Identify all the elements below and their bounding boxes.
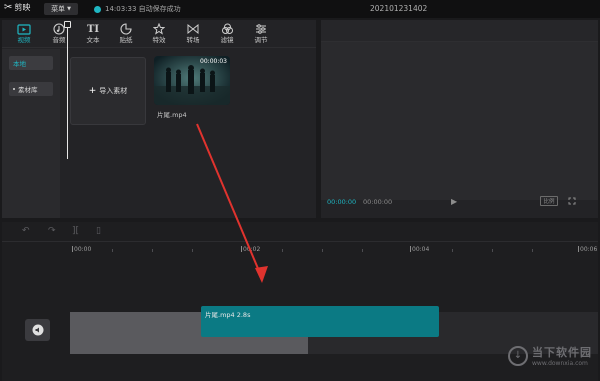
minor-tick bbox=[452, 249, 453, 252]
autosave-status: 14:03:33 自动保存成功 bbox=[94, 4, 181, 14]
fullscreen-button[interactable] bbox=[568, 197, 576, 207]
import-label: 导入素材 bbox=[99, 87, 128, 95]
menu-label: 菜单 bbox=[51, 5, 66, 13]
minor-tick bbox=[192, 249, 193, 252]
tab-text[interactable]: TI 文本 bbox=[77, 22, 109, 46]
nav-label: 素材库 bbox=[18, 86, 38, 94]
import-media-button[interactable]: + 导入素材 bbox=[70, 57, 146, 125]
media-side-nav: 本地 素材库 bbox=[2, 49, 60, 218]
chevron-down-icon: ▼ bbox=[67, 6, 71, 12]
media-toolbar: 视频 音频 TI 文本 贴纸 特效 转场 滤镜 调节 bbox=[2, 20, 316, 48]
timeline-ruler[interactable]: 00:00 00:02 00:04 00:06 bbox=[2, 242, 598, 256]
preview-screen bbox=[321, 42, 598, 200]
transition-icon bbox=[187, 23, 199, 35]
nav-material-library[interactable]: 素材库 bbox=[9, 82, 53, 96]
split-icon[interactable]: ][ bbox=[72, 226, 79, 236]
minor-tick bbox=[322, 249, 323, 252]
bullet-icon bbox=[13, 88, 15, 90]
saved-check-icon bbox=[94, 5, 101, 13]
tick-mark bbox=[241, 246, 242, 252]
adjust-icon bbox=[256, 24, 266, 34]
aspect-ratio-button[interactable]: 比例 bbox=[540, 196, 558, 206]
tab-sticker[interactable]: 贴纸 bbox=[110, 22, 142, 46]
minor-tick bbox=[492, 249, 493, 252]
tick-mark bbox=[72, 246, 73, 252]
minor-tick bbox=[112, 249, 113, 252]
clip-duration: 00:00:03 bbox=[200, 58, 227, 65]
title-bar: ✂ 剪映 菜单 ▼ 14:03:33 自动保存成功 202101231402 bbox=[0, 0, 600, 18]
sticker-icon bbox=[120, 23, 132, 35]
minor-tick bbox=[362, 249, 363, 252]
minor-tick bbox=[152, 249, 153, 252]
tick-label: 00:04 bbox=[412, 246, 430, 253]
tab-transition[interactable]: 转场 bbox=[177, 22, 209, 46]
tab-label: 特效 bbox=[152, 36, 166, 44]
download-logo-icon: ↓ bbox=[508, 345, 528, 366]
ratio-label: 比例 bbox=[543, 199, 555, 205]
clip-filename: 片尾.mp4 bbox=[157, 111, 187, 119]
menu-button[interactable]: 菜单 ▼ bbox=[44, 3, 78, 15]
timeline-clip[interactable]: 片尾.mp4 2.8s bbox=[201, 306, 439, 337]
tick-mark bbox=[578, 246, 579, 252]
current-time: 00:00:00 bbox=[327, 198, 357, 206]
tick-label: 00:02 bbox=[243, 246, 261, 253]
autosave-text: 14:03:33 自动保存成功 bbox=[105, 5, 181, 13]
delete-icon[interactable]: ▯ bbox=[96, 226, 101, 236]
plus-icon: + bbox=[88, 86, 97, 96]
nav-local[interactable]: 本地 bbox=[9, 56, 53, 70]
timeline-toolbar: ↶ ↷ ][ ▯ bbox=[2, 222, 598, 242]
text-icon: TI bbox=[86, 23, 100, 35]
track-audio-toggle[interactable] bbox=[25, 319, 50, 341]
tab-label: 音频 bbox=[52, 36, 66, 44]
project-title: 202101231402 bbox=[370, 4, 428, 13]
tab-label: 转场 bbox=[186, 36, 200, 44]
playhead[interactable] bbox=[67, 21, 68, 159]
minor-tick bbox=[282, 249, 283, 252]
tab-label: 视频 bbox=[17, 36, 31, 44]
watermark-name: 当下软件园 bbox=[532, 346, 592, 359]
app-logo: ✂ 剪映 bbox=[4, 2, 30, 13]
play-button[interactable]: ▶ bbox=[451, 197, 457, 206]
tick-label: 00:06 bbox=[580, 246, 598, 253]
capcut-logo-icon: ✂ bbox=[4, 1, 13, 13]
filter-icon bbox=[221, 23, 233, 34]
app-name: 剪映 bbox=[14, 3, 31, 12]
watermark-url: www.downxia.com bbox=[532, 360, 588, 367]
tick-label: 00:00 bbox=[74, 246, 92, 253]
nav-label: 本地 bbox=[13, 60, 26, 68]
tab-adjust[interactable]: 调节 bbox=[245, 22, 277, 46]
tab-video[interactable]: 视频 bbox=[8, 22, 40, 46]
tab-label: 贴纸 bbox=[119, 36, 133, 44]
tab-effects[interactable]: 特效 bbox=[143, 22, 175, 46]
total-time: 00:00:00 bbox=[363, 198, 393, 206]
tab-label: 文本 bbox=[86, 36, 100, 44]
fullscreen-icon bbox=[568, 197, 576, 205]
preview-header bbox=[321, 20, 598, 42]
tick-mark bbox=[410, 246, 411, 252]
redo-icon[interactable]: ↷ bbox=[48, 226, 56, 236]
tab-label: 滤镜 bbox=[220, 36, 234, 44]
effects-icon bbox=[153, 23, 165, 35]
media-clip-thumbnail[interactable]: 00:00:03 bbox=[154, 56, 230, 105]
timeline-clip-label: 片尾.mp4 2.8s bbox=[205, 311, 251, 319]
video-icon bbox=[17, 23, 31, 35]
undo-icon[interactable]: ↶ bbox=[22, 226, 30, 236]
tab-filter[interactable]: 滤镜 bbox=[211, 22, 243, 46]
speaker-icon bbox=[32, 324, 43, 336]
tab-label: 调节 bbox=[254, 36, 268, 44]
preview-panel: 00:00:00 00:00:00 ▶ 比例 bbox=[321, 20, 598, 218]
playhead-handle[interactable] bbox=[64, 21, 71, 28]
minor-tick bbox=[532, 249, 533, 252]
watermark: ↓ 当下软件园 www.downxia.com bbox=[508, 344, 592, 367]
media-panel: 视频 音频 TI 文本 贴纸 特效 转场 滤镜 调节 本地 素材库 + 导入素材… bbox=[2, 20, 316, 218]
